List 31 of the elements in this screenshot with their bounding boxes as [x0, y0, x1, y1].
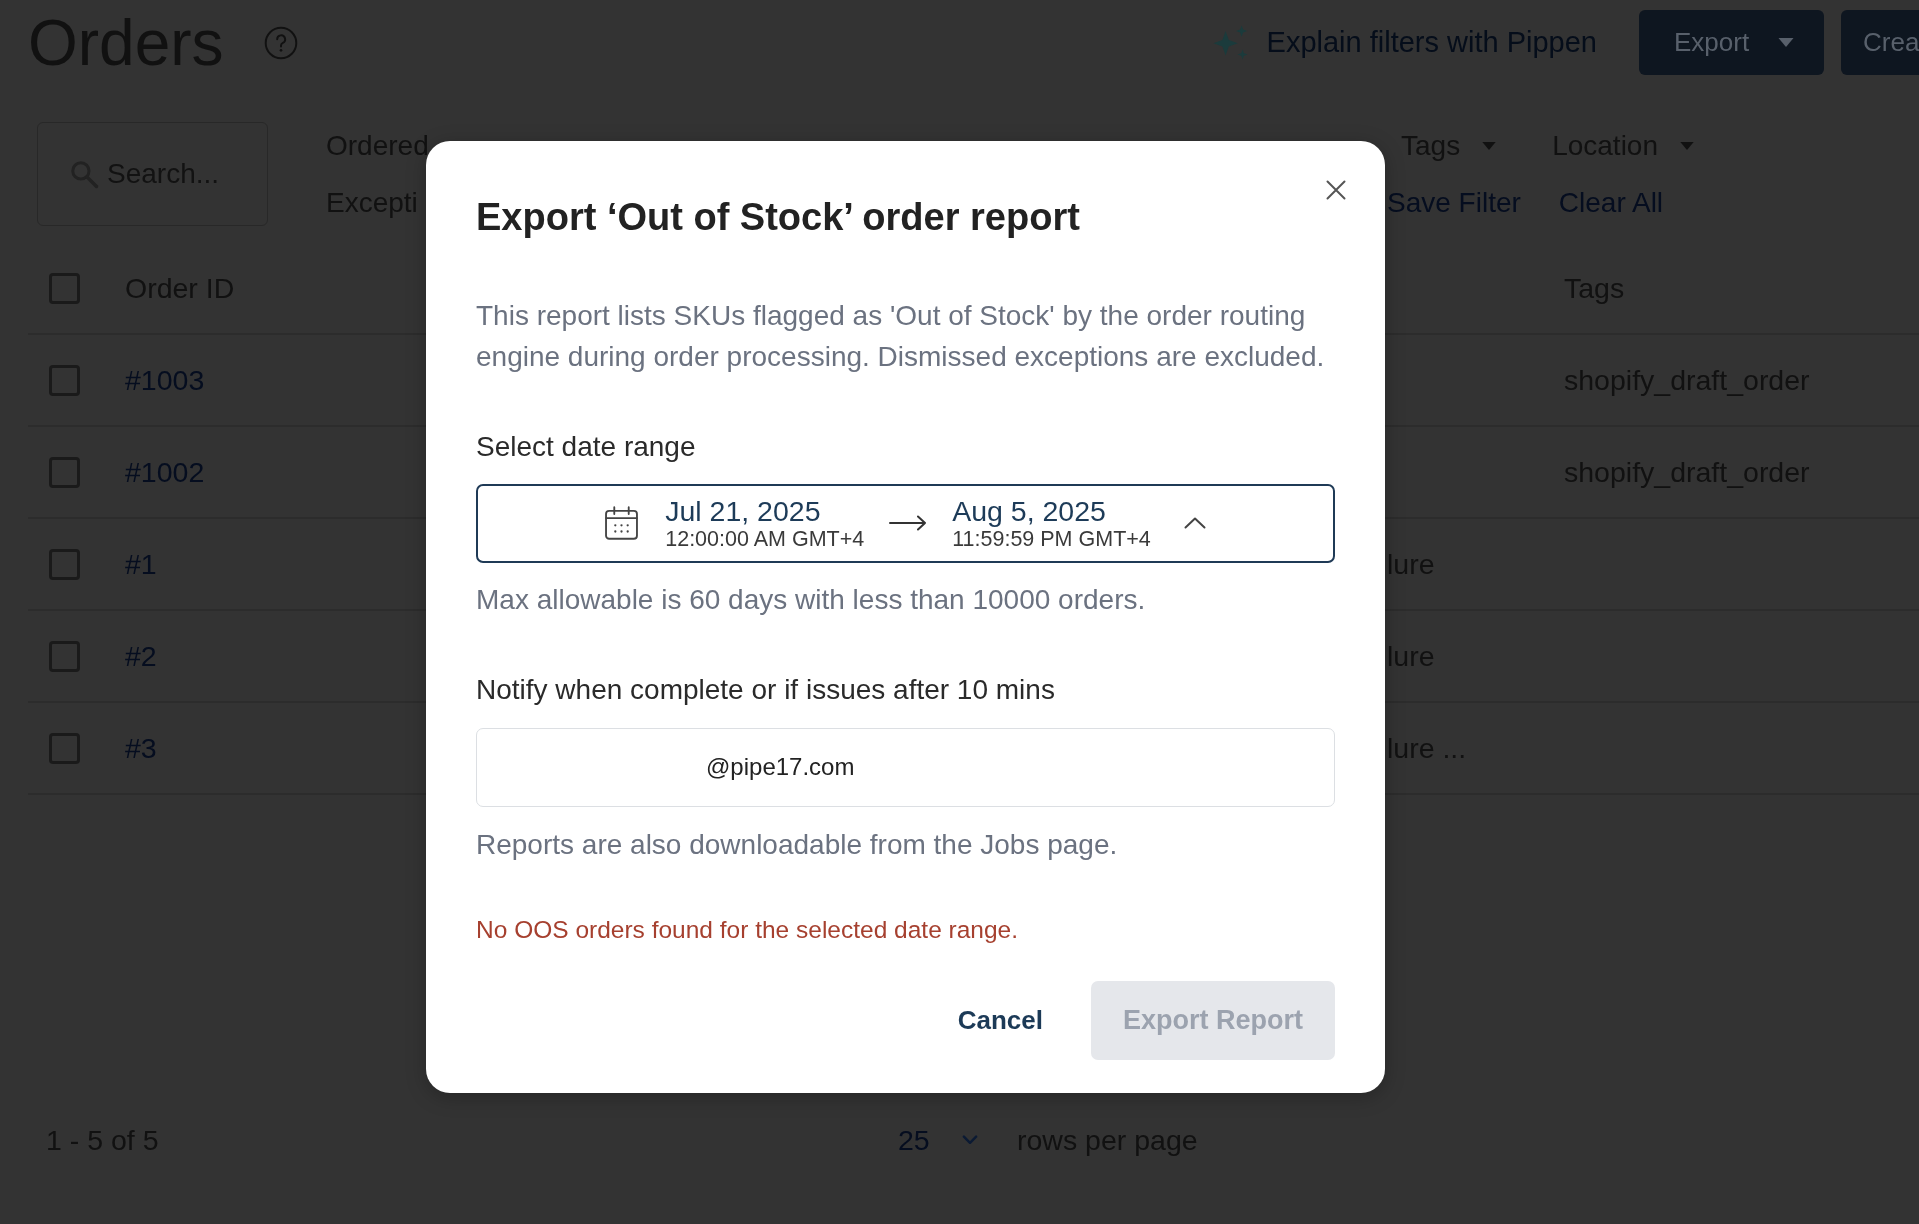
- checkbox[interactable]: [49, 456, 80, 488]
- dialog-title: Export ‘Out of Stock’ order report: [476, 195, 1080, 240]
- error-message: No OOS orders found for the selected date range.: [476, 914, 1020, 945]
- checkbox[interactable]: [49, 548, 80, 580]
- checkbox[interactable]: [49, 272, 80, 304]
- caret-icon: [1778, 38, 1795, 47]
- caret-icon: [1680, 142, 1695, 150]
- checkbox[interactable]: [49, 732, 80, 764]
- close-icon[interactable]: [1326, 180, 1346, 200]
- email-field[interactable]: @pipe17.com: [476, 727, 1335, 807]
- field-label: Notify when complete or if issues after 10 mins: [476, 673, 1056, 706]
- end-time: 11:59:59 PM GMT+4: [952, 527, 1151, 552]
- help-icon[interactable]: [263, 25, 298, 60]
- chevron-down-icon[interactable]: [962, 1135, 978, 1145]
- help-text: Reports are also downloadable from the Jobs page.: [476, 828, 1119, 861]
- export-button[interactable]: Export: [1639, 10, 1824, 75]
- checkbox[interactable]: [49, 364, 80, 396]
- sparkle-icon: [1212, 25, 1248, 60]
- help-text: Max allowable is 60 days with less than 10000 orders.: [476, 583, 1147, 616]
- dialog-description: This report lists SKUs flagged as 'Out of Stock' by the order routing engine during order processing. Dismissed exceptions are excluded.: [476, 298, 1326, 374]
- start-date: Jul 21, 2025: [665, 495, 821, 528]
- cancel-button[interactable]: Cancel: [957, 1004, 1043, 1036]
- checkbox[interactable]: [49, 640, 80, 672]
- calendar-icon: [605, 506, 639, 541]
- start-time: 12:00:00 AM GMT+4: [665, 527, 865, 552]
- arrow-right-icon: [889, 515, 928, 532]
- date-range-field[interactable]: Jul 21, 2025 12:00:00 AM GMT+4 Aug 5, 2025 11:59:59 PM GMT+4: [476, 483, 1335, 563]
- caret-icon: [1482, 142, 1497, 150]
- field-label: Select date range: [476, 430, 697, 463]
- primary-button[interactable]: Crea: [1841, 10, 1919, 75]
- end-date: Aug 5, 2025: [952, 495, 1106, 528]
